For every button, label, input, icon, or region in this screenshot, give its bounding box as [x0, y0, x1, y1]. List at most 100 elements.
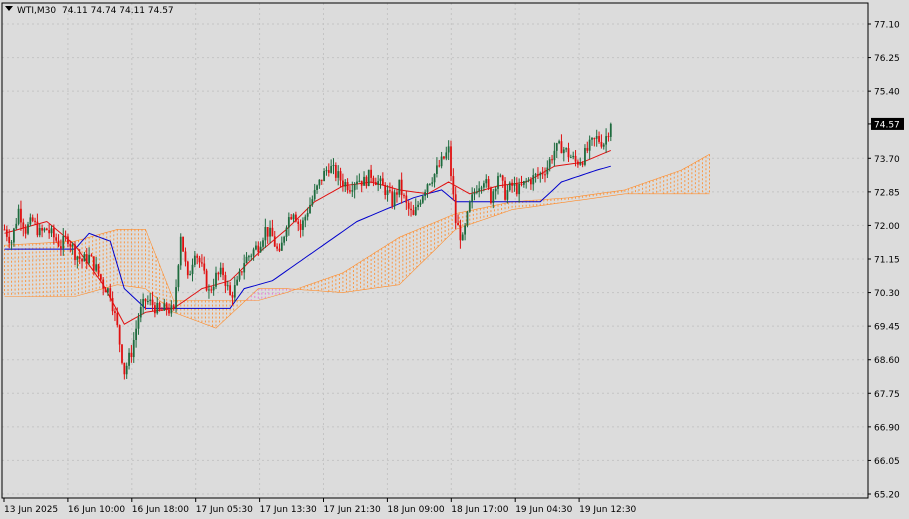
candle-body [45, 228, 48, 231]
candle-body [440, 156, 443, 167]
candle-body [565, 148, 568, 150]
candle-body [483, 183, 485, 188]
candle-body [605, 136, 607, 145]
candle-body [320, 179, 323, 182]
candle-body [64, 236, 67, 238]
candle-body [266, 227, 269, 237]
price-chart[interactable]: 77.10 76.25 75.40 74.57 73.70 72.85 72.00 71.15… [0, 0, 909, 519]
candle-body [316, 185, 318, 190]
candle-body [584, 147, 586, 165]
candle-body [109, 288, 112, 298]
candle-body [346, 182, 349, 191]
candle-body [175, 287, 177, 308]
candle-body [132, 339, 135, 358]
candle-body [450, 146, 452, 177]
candle-body [240, 271, 243, 273]
candle-body [513, 183, 516, 186]
candle-body [78, 256, 81, 259]
candle-body [280, 242, 283, 251]
candle-body [304, 216, 307, 221]
candle-body [69, 243, 72, 247]
candle-body [492, 191, 495, 203]
candle-body [231, 294, 234, 298]
candle-body [306, 213, 309, 217]
chart-window[interactable]: 77.10 76.25 75.40 74.57 73.70 72.85 72.00 71.15… [0, 0, 909, 519]
candle-body [250, 255, 253, 257]
candle-body [595, 136, 598, 139]
candle-body [532, 175, 535, 185]
candle-body [405, 195, 408, 203]
candle-body [144, 298, 147, 302]
candle-body [299, 224, 302, 230]
y-tick-label: 77.10 [874, 21, 900, 31]
candle-body [508, 182, 511, 191]
candle-body [212, 286, 215, 291]
candle-body [419, 202, 422, 205]
candle-body [518, 183, 521, 195]
candle-body [292, 214, 295, 220]
candle-body [372, 177, 375, 182]
candle-body [400, 179, 403, 196]
candle-body [114, 311, 116, 313]
candle-body [262, 240, 264, 247]
candle-body [285, 227, 288, 237]
candle-body [577, 161, 579, 165]
candle-body [534, 174, 537, 176]
candle-body [104, 288, 107, 293]
candle-body [229, 285, 231, 295]
candle-body [407, 202, 410, 209]
candle-body [215, 272, 217, 287]
candle-body [490, 187, 492, 203]
candle-body [494, 188, 497, 192]
candle-body [102, 279, 105, 289]
candle-body [137, 317, 140, 329]
candle-body [179, 236, 182, 266]
candle-body [433, 173, 436, 183]
x-tick-label: 18 Jun 09:00 [387, 505, 444, 515]
candle-body [5, 229, 8, 237]
candle-body [123, 362, 126, 375]
candle-body [520, 183, 523, 185]
candle-body [548, 159, 551, 168]
candle-body [459, 225, 462, 241]
candle-body [203, 263, 206, 271]
candle-body [130, 352, 133, 358]
candle-body [24, 228, 27, 234]
candle-body [546, 167, 549, 175]
candle-body [339, 171, 342, 181]
candle-body [452, 176, 455, 195]
candle-body [569, 157, 572, 159]
x-tick-label: 17 Jun 13:30 [260, 505, 317, 515]
candle-body [198, 257, 201, 263]
candle-body [431, 182, 434, 184]
candle-body [487, 179, 490, 188]
x-tick-label: 19 Jun 12:30 [579, 505, 636, 515]
current-price-label: 74.57 [874, 120, 900, 130]
candle-body [139, 307, 142, 318]
candle-body [219, 267, 222, 275]
symbol-label: WTI,M30 [17, 6, 56, 16]
candle-body [522, 181, 525, 185]
candle-body [562, 149, 565, 154]
y-tick-label: 67.75 [874, 390, 900, 400]
candle-body [567, 148, 570, 158]
candle-body [572, 155, 575, 158]
candle-body [295, 214, 297, 222]
y-tick-label: 70.30 [874, 289, 900, 299]
candle-body [210, 289, 213, 291]
candle-body [351, 190, 354, 192]
candle-body [609, 123, 612, 137]
y-tick-label: 69.45 [874, 323, 900, 333]
candle-body [501, 175, 504, 181]
candle-body [344, 182, 347, 187]
candle-body [607, 136, 610, 138]
candle-body [287, 217, 290, 228]
candle-body [381, 178, 384, 185]
candle-body [475, 191, 478, 193]
candle-body [323, 170, 325, 182]
candle-body [196, 255, 199, 258]
candle-body [325, 170, 328, 172]
y-tick-label: 72.85 [874, 188, 900, 198]
candle-body [342, 180, 344, 187]
y-tick-label: 72.00 [874, 222, 900, 232]
